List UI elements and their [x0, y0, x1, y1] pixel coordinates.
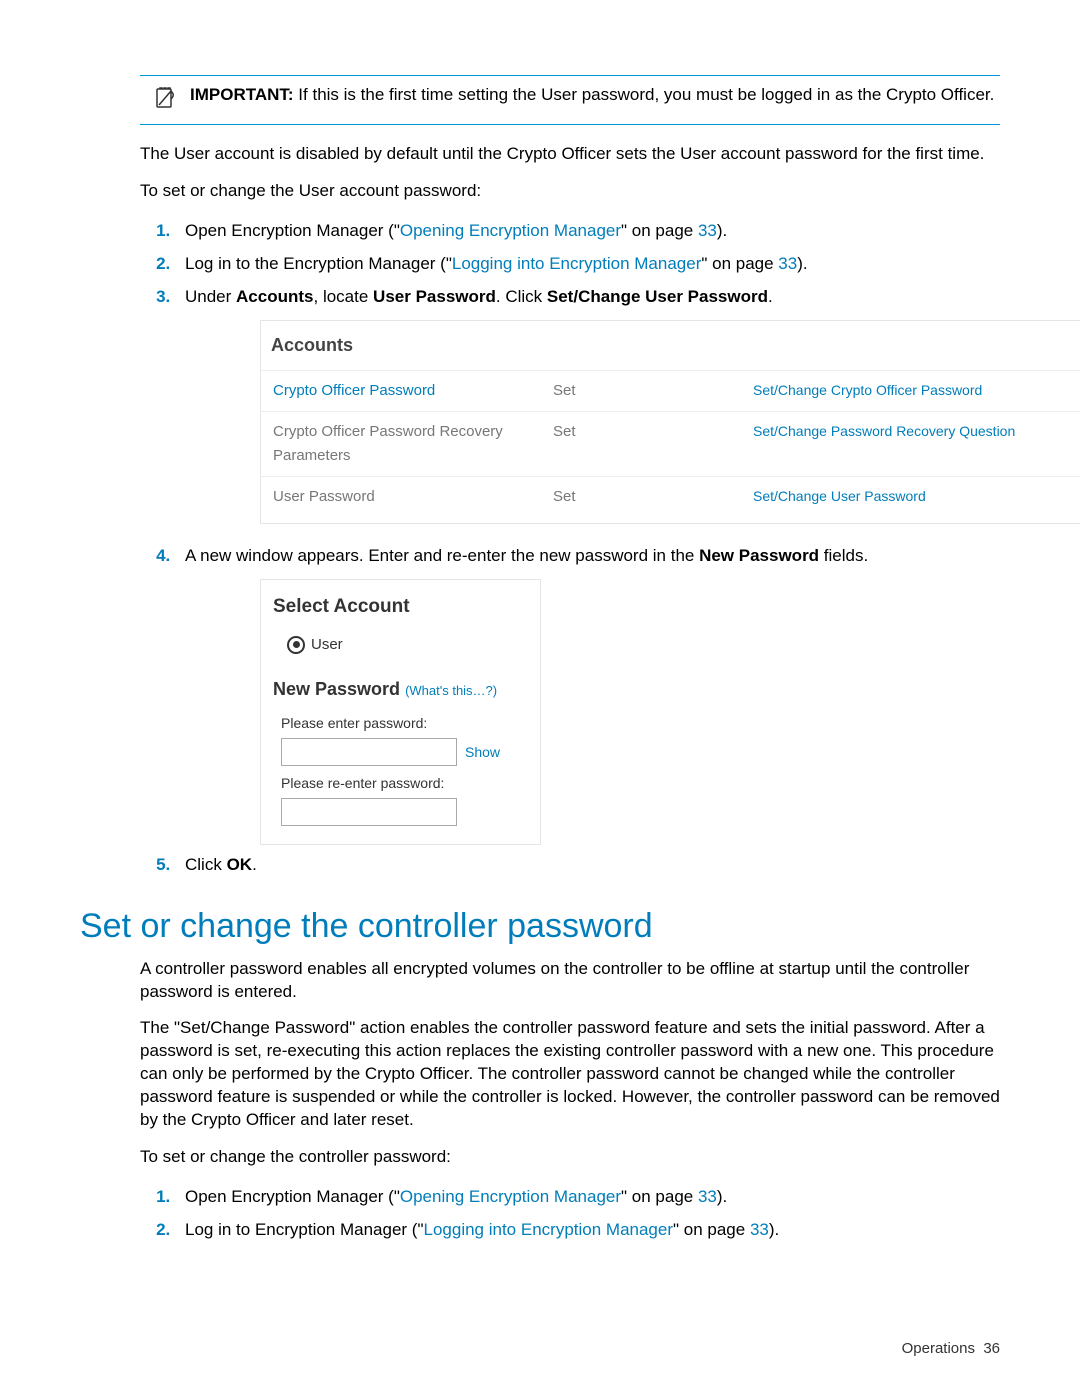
important-icon [140, 84, 190, 116]
section-heading: Set or change the controller password [80, 907, 1000, 946]
step-item: Under Accounts, locate User Password. Cl… [175, 283, 1000, 524]
footer-page: 36 [983, 1340, 1000, 1357]
radio-label: User [311, 633, 343, 657]
account-status: Set [553, 379, 753, 403]
page-ref[interactable]: 33 [750, 1220, 769, 1239]
step-item: Open Encryption Manager ("Opening Encryp… [175, 217, 1000, 244]
account-name: Crypto Officer Password Recovery Paramet… [273, 420, 553, 468]
important-callout: IMPORTANT: If this is the first time set… [140, 75, 1000, 125]
paragraph: The "Set/Change Password" action enables… [140, 1017, 1000, 1132]
link-logging-into-encryption-manager[interactable]: Logging into Encryption Manager [452, 254, 702, 273]
step-item: Log in to the Encryption Manager ("Loggi… [175, 250, 1000, 277]
show-password-link[interactable]: Show [465, 741, 500, 763]
link-opening-encryption-manager[interactable]: Opening Encryption Manager [400, 1187, 621, 1206]
page-ref[interactable]: 33 [698, 221, 717, 240]
radio-icon [287, 636, 305, 654]
password-reenter-input[interactable] [281, 798, 457, 826]
ordered-steps: Open Encryption Manager ("Opening Encryp… [140, 217, 1000, 879]
account-action-link[interactable]: Set/Change Password Recovery Question [753, 420, 1069, 442]
paragraph: To set or change the User account passwo… [140, 180, 1000, 203]
select-account-panel: Select Account User New Password (What's… [260, 579, 541, 845]
paragraph: A controller password enables all encryp… [140, 958, 1000, 1004]
paragraph: The User account is disabled by default … [140, 143, 1000, 166]
link-opening-encryption-manager[interactable]: Opening Encryption Manager [400, 221, 621, 240]
password-enter-label: Please enter password: [281, 712, 528, 734]
page-ref[interactable]: 33 [698, 1187, 717, 1206]
link-logging-into-encryption-manager[interactable]: Logging into Encryption Manager [424, 1220, 674, 1239]
table-row: Crypto Officer Password Recovery Paramet… [261, 411, 1080, 476]
step-item: A new window appears. Enter and re-enter… [175, 542, 1000, 845]
page-ref[interactable]: 33 [778, 254, 797, 273]
account-action-link[interactable]: Set/Change Crypto Officer Password [753, 379, 1069, 401]
account-name: Crypto Officer Password [273, 379, 553, 403]
account-name: User Password [273, 485, 553, 509]
page-footer: Operations 36 [902, 1340, 1000, 1357]
account-status: Set [553, 485, 753, 509]
accounts-panel: Accounts Crypto Officer Password Set Set… [260, 320, 1080, 524]
table-row: Crypto Officer Password Set Set/Change C… [261, 370, 1080, 411]
account-action-link[interactable]: Set/Change User Password [753, 485, 1069, 507]
select-account-heading: Select Account [273, 592, 528, 622]
table-row: User Password Set Set/Change User Passwo… [261, 476, 1080, 517]
step-item: Open Encryption Manager ("Opening Encryp… [175, 1183, 1000, 1210]
step-item: Click OK. [175, 851, 1000, 878]
important-label: IMPORTANT: [190, 85, 294, 104]
account-status: Set [553, 420, 753, 444]
step-item: Log in to Encryption Manager ("Logging i… [175, 1216, 1000, 1243]
whats-this-link[interactable]: (What's this…?) [405, 683, 497, 698]
paragraph: To set or change the controller password… [140, 1146, 1000, 1169]
new-password-heading: New Password [273, 679, 400, 699]
radio-user[interactable]: User [287, 633, 528, 657]
footer-label: Operations [902, 1340, 975, 1357]
accounts-heading: Accounts [271, 331, 1080, 360]
ordered-steps: Open Encryption Manager ("Opening Encryp… [140, 1183, 1000, 1243]
password-input[interactable] [281, 738, 457, 766]
password-reenter-label: Please re-enter password: [281, 772, 528, 794]
important-text: If this is the first time setting the Us… [298, 85, 994, 104]
